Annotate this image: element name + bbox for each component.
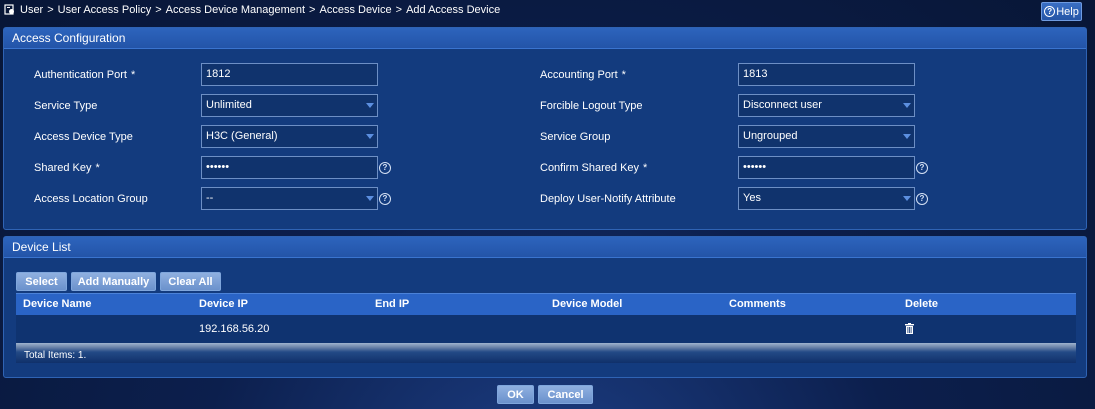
help-icon[interactable]: ?: [379, 162, 391, 174]
device-list-title: Device List: [4, 237, 1086, 258]
column-comments[interactable]: Comments: [729, 298, 786, 310]
shared-key-input[interactable]: ••••••: [201, 156, 378, 179]
column-delete: Delete: [905, 298, 939, 310]
access-configuration-panel: Access Configuration Authentication Port…: [3, 27, 1087, 230]
chevron-down-icon: [366, 103, 374, 108]
deploy-user-notify-select[interactable]: Yes: [738, 187, 915, 210]
help-icon[interactable]: ?: [916, 193, 928, 205]
table-header: Device Name Device IP End IP Device Mode…: [16, 293, 1076, 315]
help-icon[interactable]: ?: [379, 193, 391, 205]
column-device-name[interactable]: Device Name: [23, 298, 92, 310]
clear-all-button[interactable]: Clear All: [160, 272, 221, 291]
trash-icon[interactable]: [905, 323, 914, 334]
column-device-ip[interactable]: Device IP: [199, 298, 248, 310]
required-mark: *: [95, 162, 100, 174]
chevron-down-icon: [903, 103, 911, 108]
required-mark: *: [621, 69, 626, 81]
deploy-user-notify-label: Deploy User-Notify Attribute: [540, 193, 676, 205]
breadcrumb-item[interactable]: Access Device Management: [166, 4, 305, 16]
user-icon: [4, 4, 14, 15]
help-icon[interactable]: ?: [916, 162, 928, 174]
help-label: Help: [1056, 5, 1079, 18]
breadcrumb-item[interactable]: User: [20, 4, 43, 16]
table-row: 192.168.56.20: [16, 315, 1076, 343]
service-type-select[interactable]: Unlimited: [201, 94, 378, 117]
shared-key-label: Shared Key *: [34, 162, 100, 174]
column-device-model[interactable]: Device Model: [552, 298, 622, 310]
authentication-port-input[interactable]: 1812: [201, 63, 378, 86]
ok-button[interactable]: OK: [497, 385, 534, 404]
accounting-port-input[interactable]: 1813: [738, 63, 915, 86]
chevron-down-icon: [903, 196, 911, 201]
breadcrumb: User > User Access Policy > Access Device Ma…: [20, 4, 501, 16]
help-button[interactable]: ? Help: [1041, 2, 1082, 21]
confirm-shared-key-input[interactable]: ••••••: [738, 156, 915, 179]
select-button[interactable]: Select: [16, 272, 67, 291]
service-type-label: Service Type: [34, 100, 98, 112]
required-mark: *: [130, 69, 136, 81]
breadcrumb-item[interactable]: User Access Policy: [58, 4, 152, 16]
device-list-panel: Device List Select Add Manually Clear Al…: [3, 236, 1087, 378]
device-ip-cell: 192.168.56.20: [199, 323, 270, 335]
forcible-logout-type-label: Forcible Logout Type: [540, 100, 643, 112]
chevron-down-icon: [903, 134, 911, 139]
top-bar: User > User Access Policy > Access Device Ma…: [0, 0, 1095, 22]
chevron-down-icon: [366, 134, 374, 139]
column-end-ip[interactable]: End IP: [375, 298, 409, 310]
access-device-type-select[interactable]: H3C (General): [201, 125, 378, 148]
add-manually-button[interactable]: Add Manually: [71, 272, 156, 291]
cancel-button[interactable]: Cancel: [538, 385, 593, 404]
access-device-type-label: Access Device Type: [34, 131, 133, 143]
total-items: Total Items: 1.: [24, 350, 87, 361]
service-group-select[interactable]: Ungrouped: [738, 125, 915, 148]
breadcrumb-item[interactable]: Access Device: [319, 4, 391, 16]
chevron-down-icon: [366, 196, 374, 201]
help-icon: ?: [1044, 6, 1056, 17]
table-footer: [16, 343, 1076, 363]
confirm-shared-key-label: Confirm Shared Key *: [540, 162, 648, 174]
required-mark: *: [643, 162, 648, 174]
authentication-port-label: Authentication Port *: [34, 69, 136, 81]
breadcrumb-current: Add Access Device: [406, 4, 501, 16]
access-configuration-title: Access Configuration: [4, 28, 1086, 49]
access-location-group-label: Access Location Group: [34, 193, 148, 205]
forcible-logout-type-select[interactable]: Disconnect user: [738, 94, 915, 117]
accounting-port-label: Accounting Port *: [540, 69, 626, 81]
access-location-group-select[interactable]: --: [201, 187, 378, 210]
service-group-label: Service Group: [540, 131, 611, 143]
